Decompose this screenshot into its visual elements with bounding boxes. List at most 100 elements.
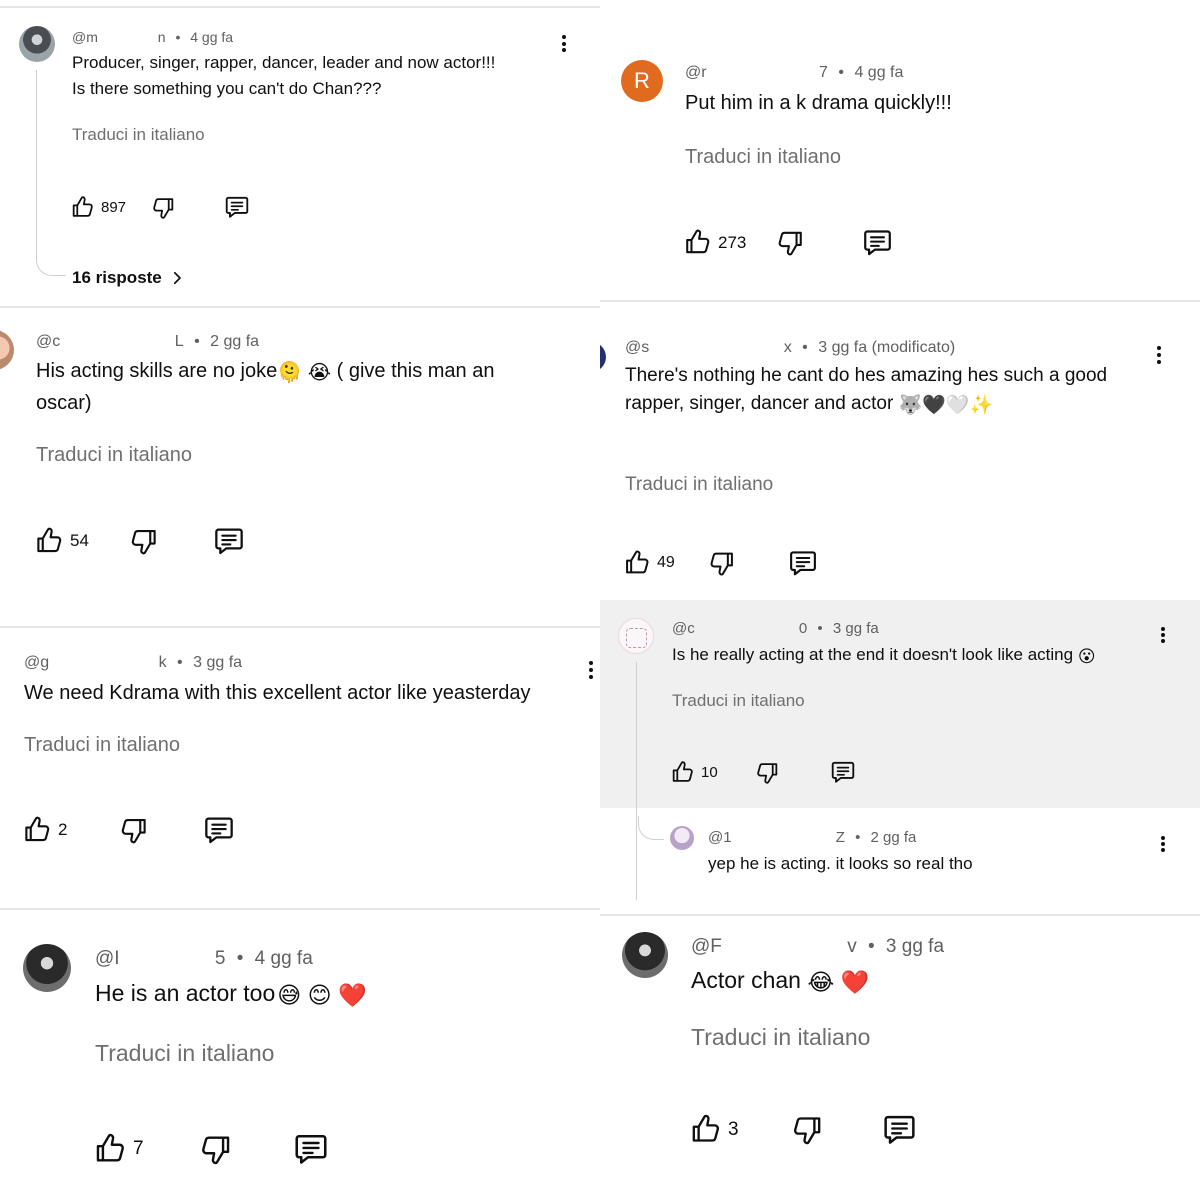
like-button[interactable]: 3 <box>689 1113 739 1146</box>
thumb-down-icon[interactable] <box>755 760 780 785</box>
comment-meta: @c L • 2 gg fa <box>36 333 259 351</box>
text-part: Is he really acting at the end it doesn'… <box>672 645 1078 664</box>
more-options-icon[interactable] <box>1161 627 1167 643</box>
comment-time: 3 gg fa <box>832 620 879 637</box>
comment-text: Is he really acting at the end it doesn'… <box>672 643 1096 668</box>
comment-author[interactable]: @I <box>95 948 120 970</box>
comment-actions: 7 <box>93 1131 329 1167</box>
comment-text: His acting skills are no joke🫠 😭 ( give … <box>36 358 576 418</box>
comment-panel-9: @F v • 3 gg fa Actor chan 😂 ❤️ Traduci i… <box>600 916 1200 1200</box>
comment-text: Put him in a k drama quickly!!! <box>685 92 952 114</box>
like-button[interactable]: 273 <box>683 228 746 257</box>
author-tail: v <box>847 936 857 957</box>
thumb-down-icon[interactable] <box>151 195 176 220</box>
translate-link[interactable]: Traduci in italiano <box>672 691 805 711</box>
view-replies-button[interactable]: 16 risposte <box>72 268 186 288</box>
comment-author[interactable]: @c <box>672 620 695 637</box>
comment-panel-7: @g k • 3 gg fa We need Kdrama with this … <box>0 628 600 910</box>
translate-link[interactable]: Traduci in italiano <box>685 146 841 169</box>
thumb-down-icon[interactable] <box>129 526 159 556</box>
thumb-up-icon <box>93 1132 127 1166</box>
comment-meta: @1 Z • 2 gg fa <box>708 829 916 846</box>
thumb-up-icon <box>623 549 651 577</box>
nested-reply: @1 Z • 2 gg fa yep he is acting. it look… <box>600 808 1200 916</box>
divider <box>0 306 600 308</box>
reply-icon[interactable] <box>224 194 250 220</box>
comment-panel-1: @m n • 4 gg fa Producer, singer, rapper,… <box>0 0 600 304</box>
translate-link[interactable]: Traduci in italiano <box>72 125 205 145</box>
separator-dot: • <box>802 339 808 356</box>
like-count: 49 <box>657 554 675 571</box>
reply-icon[interactable] <box>882 1112 917 1147</box>
translate-link[interactable]: Traduci in italiano <box>36 444 192 467</box>
avatar[interactable] <box>600 342 606 372</box>
thumb-down-icon[interactable] <box>119 815 149 845</box>
like-button[interactable]: 2 <box>22 815 67 845</box>
avatar[interactable] <box>23 944 71 992</box>
avatar[interactable] <box>19 26 55 62</box>
reply-thread-line <box>636 662 638 808</box>
reply-icon[interactable] <box>788 548 818 578</box>
emoji: 😊 <box>307 982 332 1008</box>
thumb-up-icon <box>670 760 695 785</box>
comment-time: 2 gg fa <box>210 333 260 350</box>
more-options-icon[interactable] <box>1157 346 1163 364</box>
like-count: 54 <box>70 531 89 550</box>
thumb-down-icon[interactable] <box>199 1132 233 1166</box>
more-options-icon[interactable] <box>1161 836 1167 852</box>
thumb-down-icon[interactable] <box>791 1113 824 1146</box>
reply-icon[interactable] <box>213 525 245 557</box>
comment-meta: @m n • 4 gg fa <box>72 29 233 45</box>
more-options-icon[interactable] <box>589 661 595 679</box>
comment-text-line-1: Producer, singer, rapper, dancer, leader… <box>72 53 496 72</box>
thumb-up-icon <box>70 195 95 220</box>
emoji: 😂 <box>807 969 835 995</box>
comment-time: 4 gg fa <box>854 64 904 81</box>
reply-icon[interactable] <box>203 814 235 846</box>
like-button[interactable]: 7 <box>93 1132 144 1166</box>
comment-actions: 49 <box>623 548 818 578</box>
comment-text-line-1: There's nothing he cant do hes amazing h… <box>625 365 1108 386</box>
translate-link[interactable]: Traduci in italiano <box>24 734 180 757</box>
like-button[interactable]: 10 <box>670 760 718 785</box>
comment-author[interactable]: @g <box>24 654 49 672</box>
comment-author[interactable]: @F <box>691 936 722 958</box>
comment-text: He is an actor too😅 😊 ❤️ <box>95 978 367 1012</box>
thumb-down-icon[interactable] <box>776 228 805 257</box>
translate-link[interactable]: Traduci in italiano <box>691 1024 870 1051</box>
comment-meta: @g k • 3 gg fa <box>24 654 242 672</box>
avatar[interactable] <box>622 932 668 978</box>
comment-text-line-2: oscar) <box>36 392 92 415</box>
reply-icon[interactable] <box>293 1131 329 1167</box>
reply-icon[interactable] <box>862 227 893 258</box>
emoji: 😮 <box>1077 647 1096 666</box>
like-count: 2 <box>58 820 68 839</box>
comment-author[interactable]: @1 <box>708 829 732 846</box>
emoji: 🐺 <box>898 395 923 417</box>
avatar[interactable]: R <box>621 60 663 102</box>
comment-text: We need Kdrama with this excellent actor… <box>24 682 531 704</box>
comment-text: yep he is acting. it looks so real tho <box>708 854 973 873</box>
comment-author[interactable]: @r <box>685 64 707 82</box>
author-tail: n <box>157 29 166 45</box>
avatar-letter: R <box>634 68 650 93</box>
avatar[interactable] <box>670 826 694 850</box>
reply-icon[interactable] <box>830 759 856 785</box>
author-tail: L <box>174 333 184 350</box>
comment-author[interactable]: @c <box>36 333 60 351</box>
like-button[interactable]: 49 <box>623 549 675 577</box>
avatar[interactable] <box>618 618 654 654</box>
thumb-down-icon[interactable] <box>708 549 736 577</box>
translate-link[interactable]: Traduci in italiano <box>95 1040 274 1067</box>
comment-author[interactable]: @m <box>72 29 98 45</box>
emoji: 😅 <box>277 982 302 1008</box>
translate-link[interactable]: Traduci in italiano <box>625 474 773 496</box>
comment-author[interactable]: @s <box>625 339 649 357</box>
comment-panel-2: R @r 7 • 4 gg fa Put him in a k drama qu… <box>600 0 1200 302</box>
more-options-icon[interactable] <box>562 35 568 52</box>
separator-dot: • <box>236 948 244 969</box>
avatar[interactable] <box>0 330 14 370</box>
like-button[interactable]: 54 <box>34 526 89 556</box>
like-button[interactable]: 897 <box>70 195 126 220</box>
author-tail: k <box>158 654 167 671</box>
